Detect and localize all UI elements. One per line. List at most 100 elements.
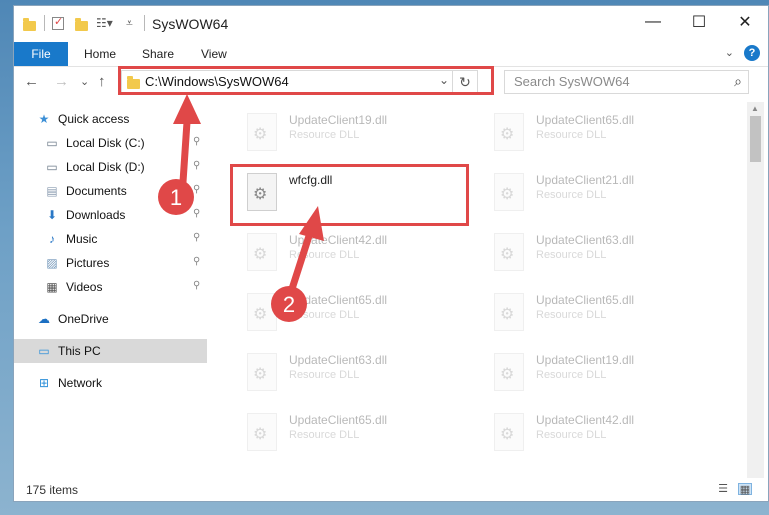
file-item[interactable]: UpdateClient42.dll Resource DLL <box>488 409 718 459</box>
dll-file-icon <box>494 173 524 211</box>
properties-icon[interactable]: ✓ <box>52 16 64 30</box>
sidebar-item-label: OneDrive <box>58 312 109 326</box>
search-input[interactable]: Search SysWOW64 <box>514 74 630 89</box>
file-item[interactable]: UpdateClient63.dll Resource DLL <box>488 229 718 279</box>
file-name: UpdateClient42.dll <box>289 233 388 247</box>
dll-file-icon <box>494 293 524 331</box>
search-icon[interactable]: ⌕ <box>734 73 742 90</box>
sidebar-item-label: Network <box>58 376 103 390</box>
sidebar-item-downloads[interactable]: ⬇ Downloads ⚲ <box>14 203 207 227</box>
window-title: SysWOW64 <box>152 16 229 32</box>
back-button[interactable]: ← <box>24 73 39 90</box>
sidebar-item-local-disk-c[interactable]: ▭ Local Disk (C:) ⚲ <box>14 131 207 155</box>
network-icon: ⊞ <box>38 376 50 390</box>
vertical-scrollbar[interactable]: ▲ <box>747 102 764 478</box>
file-type: Resource DLL <box>536 249 607 261</box>
divider <box>144 15 145 31</box>
music-icon: ♪ <box>49 232 55 246</box>
scroll-up-icon[interactable]: ▲ <box>751 104 759 113</box>
scroll-thumb[interactable] <box>750 116 761 162</box>
file-type: Resource DLL <box>536 369 607 381</box>
dll-file-icon <box>494 113 524 151</box>
title-bar: ✓ ☷▾ ⩡ SysWOW64 — ☐ ✕ <box>14 6 768 42</box>
file-type: Resource DLL <box>289 429 360 441</box>
sidebar-item-label: Local Disk (C:) <box>66 136 145 150</box>
computer-icon: ▭ <box>38 344 50 358</box>
ribbon: File Home Share View ⌄ ? <box>14 42 768 67</box>
customize-toolbar-icon[interactable]: ☷▾ <box>96 16 113 32</box>
minimize-button[interactable]: — <box>630 6 676 38</box>
document-icon: ▤ <box>46 184 58 198</box>
file-item[interactable]: UpdateClient65.dll Resource DLL <box>488 109 718 159</box>
dll-file-icon <box>247 233 277 271</box>
download-icon: ⬇ <box>46 208 58 222</box>
tab-share[interactable]: Share <box>142 47 174 61</box>
sidebar-item-videos[interactable]: ▦ Videos ⚲ <box>14 275 207 299</box>
details-view-icon[interactable]: ☰ <box>716 483 730 495</box>
file-item[interactable]: UpdateClient19.dll Resource DLL <box>241 109 471 159</box>
file-type: Resource DLL <box>536 189 607 201</box>
search-box[interactable]: Search SysWOW64 ⌕ <box>504 70 749 94</box>
cloud-icon: ☁ <box>38 312 50 326</box>
video-icon: ▦ <box>46 280 58 294</box>
pictures-icon: ▨ <box>46 256 58 270</box>
file-name: UpdateClient42.dll <box>536 413 635 427</box>
sidebar-item-documents[interactable]: ▤ Documents ⚲ <box>14 179 207 203</box>
file-type: Resource DLL <box>536 429 607 441</box>
file-name: UpdateClient63.dll <box>289 353 388 367</box>
tab-file[interactable]: File <box>14 42 68 66</box>
pin-icon[interactable]: ⚲ <box>193 280 200 291</box>
pin-icon[interactable]: ⚲ <box>193 160 200 171</box>
sidebar-item-pictures[interactable]: ▨ Pictures ⚲ <box>14 251 207 275</box>
large-icons-view-icon[interactable]: ▦ <box>738 483 752 496</box>
maximize-button[interactable]: ☐ <box>676 6 722 38</box>
tab-home[interactable]: Home <box>84 47 116 61</box>
file-item[interactable]: UpdateClient21.dll Resource DLL <box>488 169 718 219</box>
file-item[interactable]: UpdateClient19.dll Resource DLL <box>488 349 718 399</box>
file-item[interactable]: UpdateClient65.dll Resource DLL <box>241 409 471 459</box>
sidebar-item-network[interactable]: ⊞ Network <box>14 371 207 395</box>
recent-locations-button[interactable]: ⌄ <box>80 75 89 88</box>
drive-icon: ▭ <box>46 160 58 174</box>
file-name: UpdateClient65.dll <box>289 293 388 307</box>
file-item[interactable]: UpdateClient65.dll Resource DLL <box>241 289 471 339</box>
pin-icon[interactable]: ⚲ <box>193 184 200 195</box>
new-folder-icon[interactable] <box>74 16 90 32</box>
sidebar-item-music[interactable]: ♪ Music ⚲ <box>14 227 207 251</box>
file-highlight-box <box>230 164 469 226</box>
file-name: UpdateClient65.dll <box>536 113 635 127</box>
drive-icon: ▭ <box>46 136 58 150</box>
help-icon[interactable]: ? <box>744 45 760 61</box>
up-button[interactable]: ↑ <box>98 73 106 90</box>
sidebar-item-label: Pictures <box>66 256 110 270</box>
quick-access-dropdown-icon[interactable]: ⩡ <box>126 16 142 32</box>
pin-icon[interactable]: ⚲ <box>193 208 200 219</box>
sidebar-item-label: Videos <box>66 280 103 294</box>
file-item[interactable]: UpdateClient63.dll Resource DLL <box>241 349 471 399</box>
sidebar-item-quick-access[interactable]: ★ Quick access <box>14 107 207 131</box>
file-item[interactable]: UpdateClient65.dll Resource DLL <box>488 289 718 339</box>
folder-icon <box>22 16 38 32</box>
file-type: Resource DLL <box>289 249 360 261</box>
tab-view[interactable]: View <box>201 47 227 61</box>
file-name: UpdateClient19.dll <box>289 113 388 127</box>
file-type: Resource DLL <box>289 369 360 381</box>
pin-icon[interactable]: ⚲ <box>193 232 200 243</box>
pin-icon[interactable]: ⚲ <box>193 256 200 267</box>
file-name: UpdateClient19.dll <box>536 353 635 367</box>
close-button[interactable]: ✕ <box>722 6 768 38</box>
forward-button[interactable]: → <box>54 73 69 90</box>
file-name: UpdateClient65.dll <box>289 413 388 427</box>
item-count: 175 items <box>26 483 79 497</box>
file-type: Resource DLL <box>289 309 360 321</box>
file-item[interactable]: UpdateClient42.dll Resource DLL <box>241 229 471 279</box>
sidebar-item-local-disk-d[interactable]: ▭ Local Disk (D:) ⚲ <box>14 155 207 179</box>
star-icon: ★ <box>38 112 50 126</box>
pin-icon[interactable]: ⚲ <box>193 136 200 147</box>
sidebar-item-onedrive[interactable]: ☁ OneDrive <box>14 307 207 331</box>
expand-ribbon-icon[interactable]: ⌄ <box>725 46 734 59</box>
file-type: Resource DLL <box>536 309 607 321</box>
dll-file-icon <box>494 233 524 271</box>
sidebar-item-label: Documents <box>66 184 127 198</box>
sidebar-item-this-pc[interactable]: ▭ This PC <box>14 339 207 363</box>
